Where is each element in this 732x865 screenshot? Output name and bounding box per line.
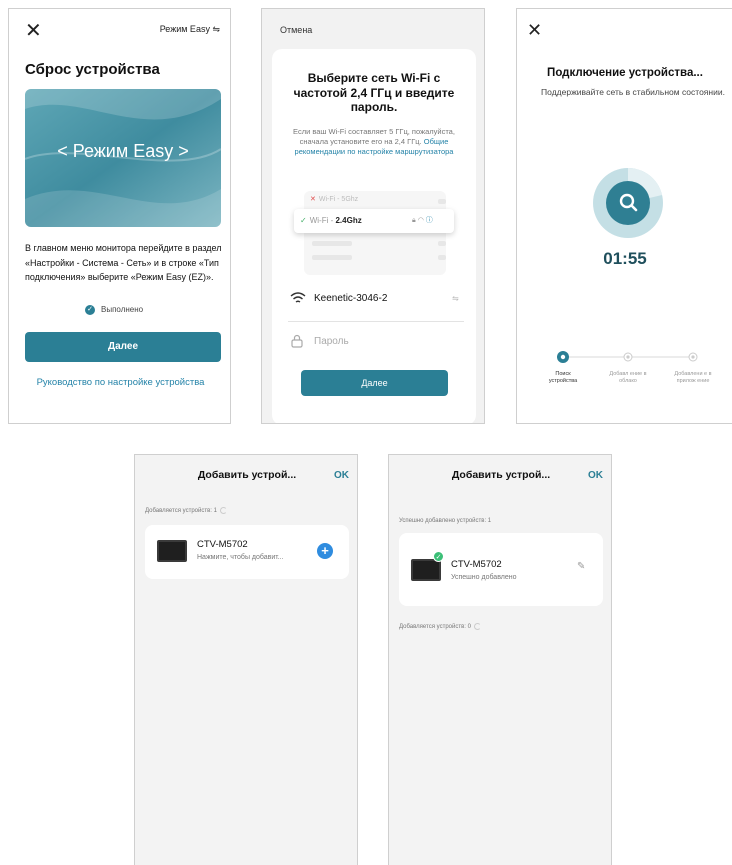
wifi-title: Выберите сеть Wi-Fi с частотой 2,4 ГГц и…	[293, 71, 455, 114]
check-icon: ✓	[85, 305, 95, 315]
success-count: Успешно добавлено устройств: 1	[399, 518, 492, 524]
wifi-5g-row: ✕ Wi-Fi - 5Ghz	[310, 195, 358, 203]
cross-icon: ✕	[310, 196, 316, 203]
placeholder-bar	[312, 241, 352, 246]
loading-spinner-icon	[219, 507, 227, 514]
divider	[288, 321, 464, 322]
easy-mode-illustration: < Режим Easy >	[25, 89, 221, 227]
screen-reset-device: ✕ Режим Easy ⇋ Сброс устройства < Режим …	[8, 8, 231, 424]
page-title: Добавить устрой...	[451, 469, 551, 481]
device-name: CTV-M5702	[451, 559, 502, 570]
wifi-5g-prefix: Wi-Fi -	[318, 196, 342, 203]
ok-button[interactable]: OK	[334, 470, 349, 481]
placeholder-bar	[438, 255, 446, 260]
monitor-icon	[411, 559, 441, 581]
device-name: CTV-M5702	[197, 539, 248, 550]
close-icon[interactable]: ✕	[25, 21, 42, 41]
network-name[interactable]: Keenetic-3046-2	[314, 293, 387, 304]
adding-count-label: Добавляется устройств: 1	[145, 508, 217, 515]
wifi-24-icons: 🔒︎ ◠ ⓘ	[412, 215, 433, 225]
adding-count: Добавляется устройств: 0	[399, 623, 481, 630]
switch-network-icon[interactable]: ⇋	[452, 294, 459, 303]
adding-count: Добавляется устройств: 1	[145, 507, 227, 514]
done-checkbox[interactable]: ✓ Выполнено	[85, 305, 143, 315]
lock-icon	[291, 334, 303, 348]
ok-button[interactable]: OK	[588, 470, 603, 481]
page-title: Сброс устройства	[25, 61, 160, 78]
hero-label: < Режим Easy >	[57, 141, 189, 161]
close-icon[interactable]: ✕	[527, 21, 542, 39]
search-progress-ring	[593, 168, 663, 238]
monitor-icon	[157, 540, 187, 562]
wifi-illustration	[304, 191, 446, 275]
done-label: Выполнено	[101, 305, 144, 315]
countdown-timer: 01:55	[603, 249, 647, 268]
wifi-icon	[290, 292, 306, 303]
edit-icon[interactable]: ✎	[577, 561, 585, 572]
steps-line	[557, 351, 698, 363]
screen-device-added: Добавить устрой... OK Успешно добавлено …	[388, 454, 612, 865]
placeholder-bar	[438, 199, 446, 204]
cancel-button[interactable]: Отмена	[280, 25, 312, 35]
progress-steps: Поиск устройства Добавл ение в облако До…	[517, 345, 732, 405]
wifi-24-row: ✓ Wi-Fi - 2.4Ghz	[300, 216, 362, 225]
wifi-small-icon: ◠	[417, 217, 424, 224]
page-title: Добавить устрой...	[197, 469, 297, 481]
add-device-button[interactable]: +	[317, 543, 333, 559]
next-button[interactable]: Далее	[25, 332, 221, 362]
next-button[interactable]: Далее	[301, 370, 448, 396]
info-icon: ⓘ	[425, 217, 433, 224]
connecting-title: Подключение устройства...	[547, 67, 703, 79]
screen-add-device: Добавить устрой... OK Добавляется устрой…	[134, 454, 358, 865]
success-check-icon: ✓	[433, 551, 444, 562]
screen-wifi-select: Отмена Выберите сеть Wi-Fi с частотой 2,…	[261, 8, 485, 424]
loading-spinner-icon	[473, 623, 481, 630]
step-app-label: Добавлени е в прилож ение	[674, 371, 712, 384]
password-input[interactable]: Пароль	[314, 336, 349, 347]
placeholder-bar	[438, 241, 446, 246]
screen-connecting: ✕ Подключение устройства... Поддерживайт…	[516, 8, 732, 424]
check-icon: ✓	[300, 216, 307, 225]
wifi-24-prefix: Wi-Fi -	[309, 216, 336, 225]
wifi-24-name: 2.4Ghz	[335, 216, 362, 225]
wifi-5g-name: 5Ghz	[341, 196, 359, 203]
device-hint: Нажмите, чтобы добавит...	[197, 554, 284, 561]
lock-small-icon: 🔒︎	[412, 217, 416, 224]
placeholder-bar	[312, 255, 352, 260]
adding-count-label: Добавляется устройств: 0	[399, 624, 471, 631]
setup-guide-link[interactable]: Руководство по настройке устройства	[9, 377, 230, 388]
wifi-hint: Если ваш Wi-Fi составляет 5 ГГц, пожалуй…	[286, 127, 462, 157]
step-search-label: Поиск устройства	[548, 371, 578, 384]
easy-mode-toggle[interactable]: Режим Easy ⇋	[160, 24, 220, 35]
device-status: Успешно добавлено	[451, 574, 517, 581]
instruction-text: В главном меню монитора перейдите в разд…	[25, 243, 222, 282]
step-cloud-label: Добавл ение в облако	[609, 371, 647, 384]
connecting-subtitle: Поддерживайте сеть в стабильном состояни…	[541, 87, 725, 97]
